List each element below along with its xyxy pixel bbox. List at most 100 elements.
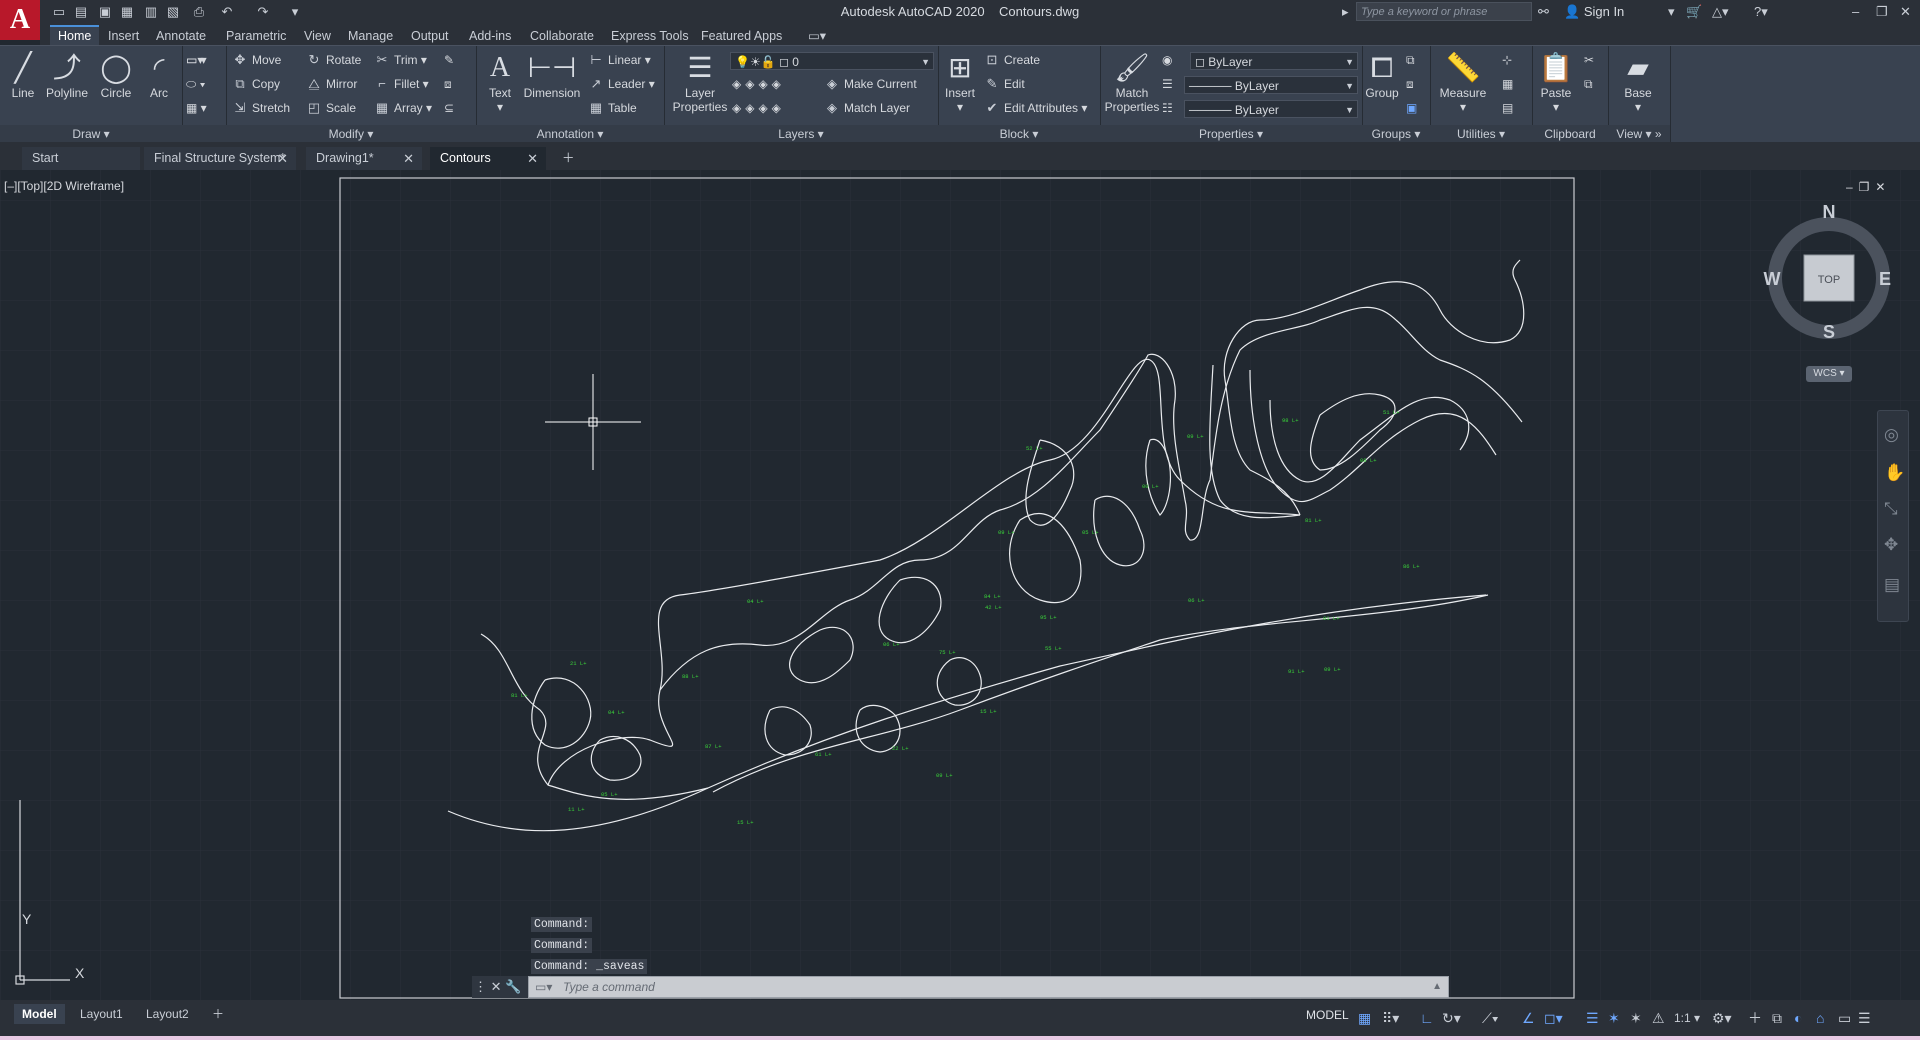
properties-panel-title[interactable]: Properties ▾ — [1100, 125, 1362, 143]
ribbon-display-toggle-icon[interactable]: ▭▾ — [808, 27, 826, 45]
lineweight-toggle-icon[interactable]: ☰ — [1586, 1010, 1599, 1026]
open-file-icon[interactable]: ▤ — [72, 3, 90, 21]
annotation-panel-title[interactable]: Annotation ▾ — [476, 125, 664, 143]
tab-manage[interactable]: Manage — [348, 27, 393, 45]
edit-attributes-button[interactable]: ✔ Edit Attributes ▾ — [984, 98, 1088, 118]
quick-select-icon[interactable]: ⊹ — [1502, 50, 1512, 70]
a360-icon[interactable]: △▾ — [1712, 3, 1729, 21]
command-grip-icon[interactable]: ⋮ — [474, 979, 487, 994]
auto-scale-icon[interactable]: ✶ — [1630, 1010, 1642, 1026]
viewport-controls-label[interactable]: [–][Top][2D Wireframe] — [4, 179, 124, 193]
binoculars-icon[interactable]: ⚯ — [1538, 3, 1549, 21]
hatch-tool-icon[interactable]: ▦ ▾ — [186, 98, 207, 118]
compass-west[interactable]: W — [1764, 269, 1781, 289]
view-panel-title[interactable]: View ▾ » — [1608, 125, 1670, 143]
new-tab-button[interactable]: ＋ — [556, 147, 582, 170]
recent-commands-icon[interactable]: ▭▾ — [535, 977, 552, 997]
linear-dimension-button[interactable]: ⊢ Linear ▾ — [588, 50, 650, 70]
layers-panel-title[interactable]: Layers ▾ — [664, 125, 938, 143]
ellipse-tool-icon[interactable]: ⬭ ▾ — [186, 74, 205, 94]
new-layout-button[interactable]: ＋ — [204, 1004, 232, 1024]
plot-icon[interactable]: ⎙ — [190, 3, 208, 21]
minimize-window-icon[interactable]: – — [1852, 3, 1859, 21]
pan-icon[interactable]: ✋ — [1884, 463, 1905, 483]
annotation-monitor-icon[interactable]: ＋ — [1748, 1010, 1762, 1026]
array-button[interactable]: ▦ Array ▾ — [374, 98, 432, 118]
match-layer-button[interactable]: ◈ Match Layer — [824, 98, 910, 118]
offset-icon[interactable]: ⊆ — [444, 98, 454, 118]
viewport-window-controls[interactable]: –❐✕ — [1846, 180, 1892, 194]
close-window-icon[interactable]: ✕ — [1900, 3, 1911, 21]
command-line[interactable]: ▭▾ Type a command ▲ — [528, 976, 1449, 998]
new-file-icon[interactable]: ▭ — [50, 3, 68, 21]
doc-tab-start[interactable]: Start — [22, 147, 140, 170]
annotation-visibility-icon[interactable]: ✶ — [1608, 1010, 1620, 1026]
tab-parametric[interactable]: Parametric — [226, 27, 286, 45]
rectangle-tool-icon[interactable]: ▭ ▾ — [186, 50, 207, 70]
hardware-acceleration-icon[interactable]: ⌂ — [1816, 1010, 1824, 1026]
units-icon[interactable]: ⧉ — [1772, 1010, 1782, 1026]
polar-tracking-icon[interactable]: ↻▾ — [1442, 1010, 1461, 1026]
explode-icon[interactable]: ⧈ — [444, 74, 452, 94]
doc-tab-drawing1[interactable]: Drawing1* ✕ — [306, 147, 422, 170]
drawing-canvas[interactable]: 52 L+ 09 L+ 98 L+ 51 L+ 08 L+ 00 L+ 05 L… — [0, 170, 1920, 1005]
web-save-icon[interactable]: ▧ — [164, 3, 182, 21]
close-command-line-icon[interactable]: ✕ — [491, 979, 502, 994]
command-history-toggle-icon[interactable]: ▲ — [1432, 977, 1442, 997]
help-icon[interactable]: ?▾ — [1754, 3, 1768, 21]
layer-dropdown[interactable]: 💡☀🔓 ◻ 0 ▼ — [730, 52, 934, 70]
base-button[interactable]: ▰ Base ▾ — [1614, 50, 1662, 114]
utilities-panel-title[interactable]: Utilities ▾ — [1430, 125, 1532, 143]
save-as-icon[interactable]: ▦ — [118, 3, 136, 21]
object-snap-tracking-icon[interactable]: ∠ — [1522, 1010, 1535, 1026]
ungroup-icon[interactable]: ⧉ — [1406, 50, 1415, 70]
arc-button[interactable]: ◜ Arc — [144, 50, 174, 100]
select-all-icon[interactable]: ▦ — [1502, 74, 1513, 94]
draw-panel-title[interactable]: Draw ▾ — [0, 125, 182, 143]
tab-insert[interactable]: Insert — [108, 27, 139, 45]
group-button[interactable]: ⧠ Group — [1362, 50, 1402, 100]
orbit-icon[interactable]: ✥ — [1884, 535, 1898, 555]
modify-panel-title[interactable]: Modify ▾ — [226, 125, 476, 143]
tab-collaborate[interactable]: Collaborate — [530, 27, 594, 45]
linetype-dropdown[interactable]: ───── ByLayer ▼ — [1184, 76, 1358, 94]
tab-annotate[interactable]: Annotate — [156, 27, 206, 45]
copy-button[interactable]: ⧉ Copy — [232, 74, 280, 94]
drawing-area[interactable]: 52 L+ 09 L+ 98 L+ 51 L+ 08 L+ 00 L+ 05 L… — [0, 170, 1920, 1005]
circle-button[interactable]: ◯ Circle — [96, 50, 136, 100]
redo-icon[interactable]: ↷ — [254, 3, 272, 21]
undo-icon[interactable]: ↶ — [218, 3, 236, 21]
move-button[interactable]: ✥ Move — [232, 50, 282, 70]
close-tab-icon[interactable]: ✕ — [403, 147, 414, 170]
tab-featured-apps[interactable]: Featured Apps — [701, 27, 782, 45]
make-current-button[interactable]: ◈ Make Current — [824, 74, 917, 94]
application-menu-button[interactable]: A — [0, 0, 40, 40]
groups-panel-title[interactable]: Groups ▾ — [1362, 125, 1430, 143]
text-button[interactable]: A Text ▾ — [482, 50, 518, 114]
tab-express-tools[interactable]: Express Tools — [611, 27, 689, 45]
trim-button[interactable]: ✂ Trim ▾ — [374, 50, 427, 70]
stretch-button[interactable]: ⇲ Stretch — [232, 98, 290, 118]
measure-button[interactable]: 📏 Measure ▾ — [1432, 50, 1494, 114]
polyline-button[interactable]: ⤴ Polyline — [42, 50, 92, 100]
search-input[interactable]: Type a keyword or phrase — [1356, 2, 1532, 21]
search-expand-icon[interactable]: ▸ — [1342, 3, 1349, 21]
ortho-icon[interactable]: ∟ — [1420, 1010, 1434, 1026]
doc-tab-contours[interactable]: Contours ✕ — [430, 147, 546, 170]
tab-output[interactable]: Output — [411, 27, 449, 45]
restore-window-icon[interactable]: ❐ — [1876, 3, 1888, 21]
layout-tab-layout2[interactable]: Layout2 — [138, 1004, 197, 1024]
scale-button[interactable]: ◰ Scale — [306, 98, 356, 118]
tab-view[interactable]: View — [304, 27, 331, 45]
layer-tools-row-1[interactable]: ◈◈◈◈ — [732, 74, 785, 94]
create-block-button[interactable]: ⊡ Create — [984, 50, 1040, 70]
steering-wheel-icon[interactable]: ◎ — [1884, 425, 1899, 445]
match-properties-button[interactable]: 🖌 Match Properties — [1102, 50, 1162, 114]
grid-toggle-icon[interactable]: ▦ — [1358, 1010, 1371, 1026]
zoom-extents-icon[interactable]: ⤡ — [1884, 499, 1898, 519]
command-input[interactable]: Type a command — [563, 977, 655, 997]
sign-in-dropdown-icon[interactable]: ▾ — [1668, 3, 1675, 21]
lineweight-dropdown[interactable]: ───── ByLayer ▼ — [1184, 100, 1358, 118]
layer-properties-button[interactable]: ☰ Layer Properties — [668, 50, 732, 114]
close-tab-icon[interactable]: ✕ — [527, 147, 538, 170]
